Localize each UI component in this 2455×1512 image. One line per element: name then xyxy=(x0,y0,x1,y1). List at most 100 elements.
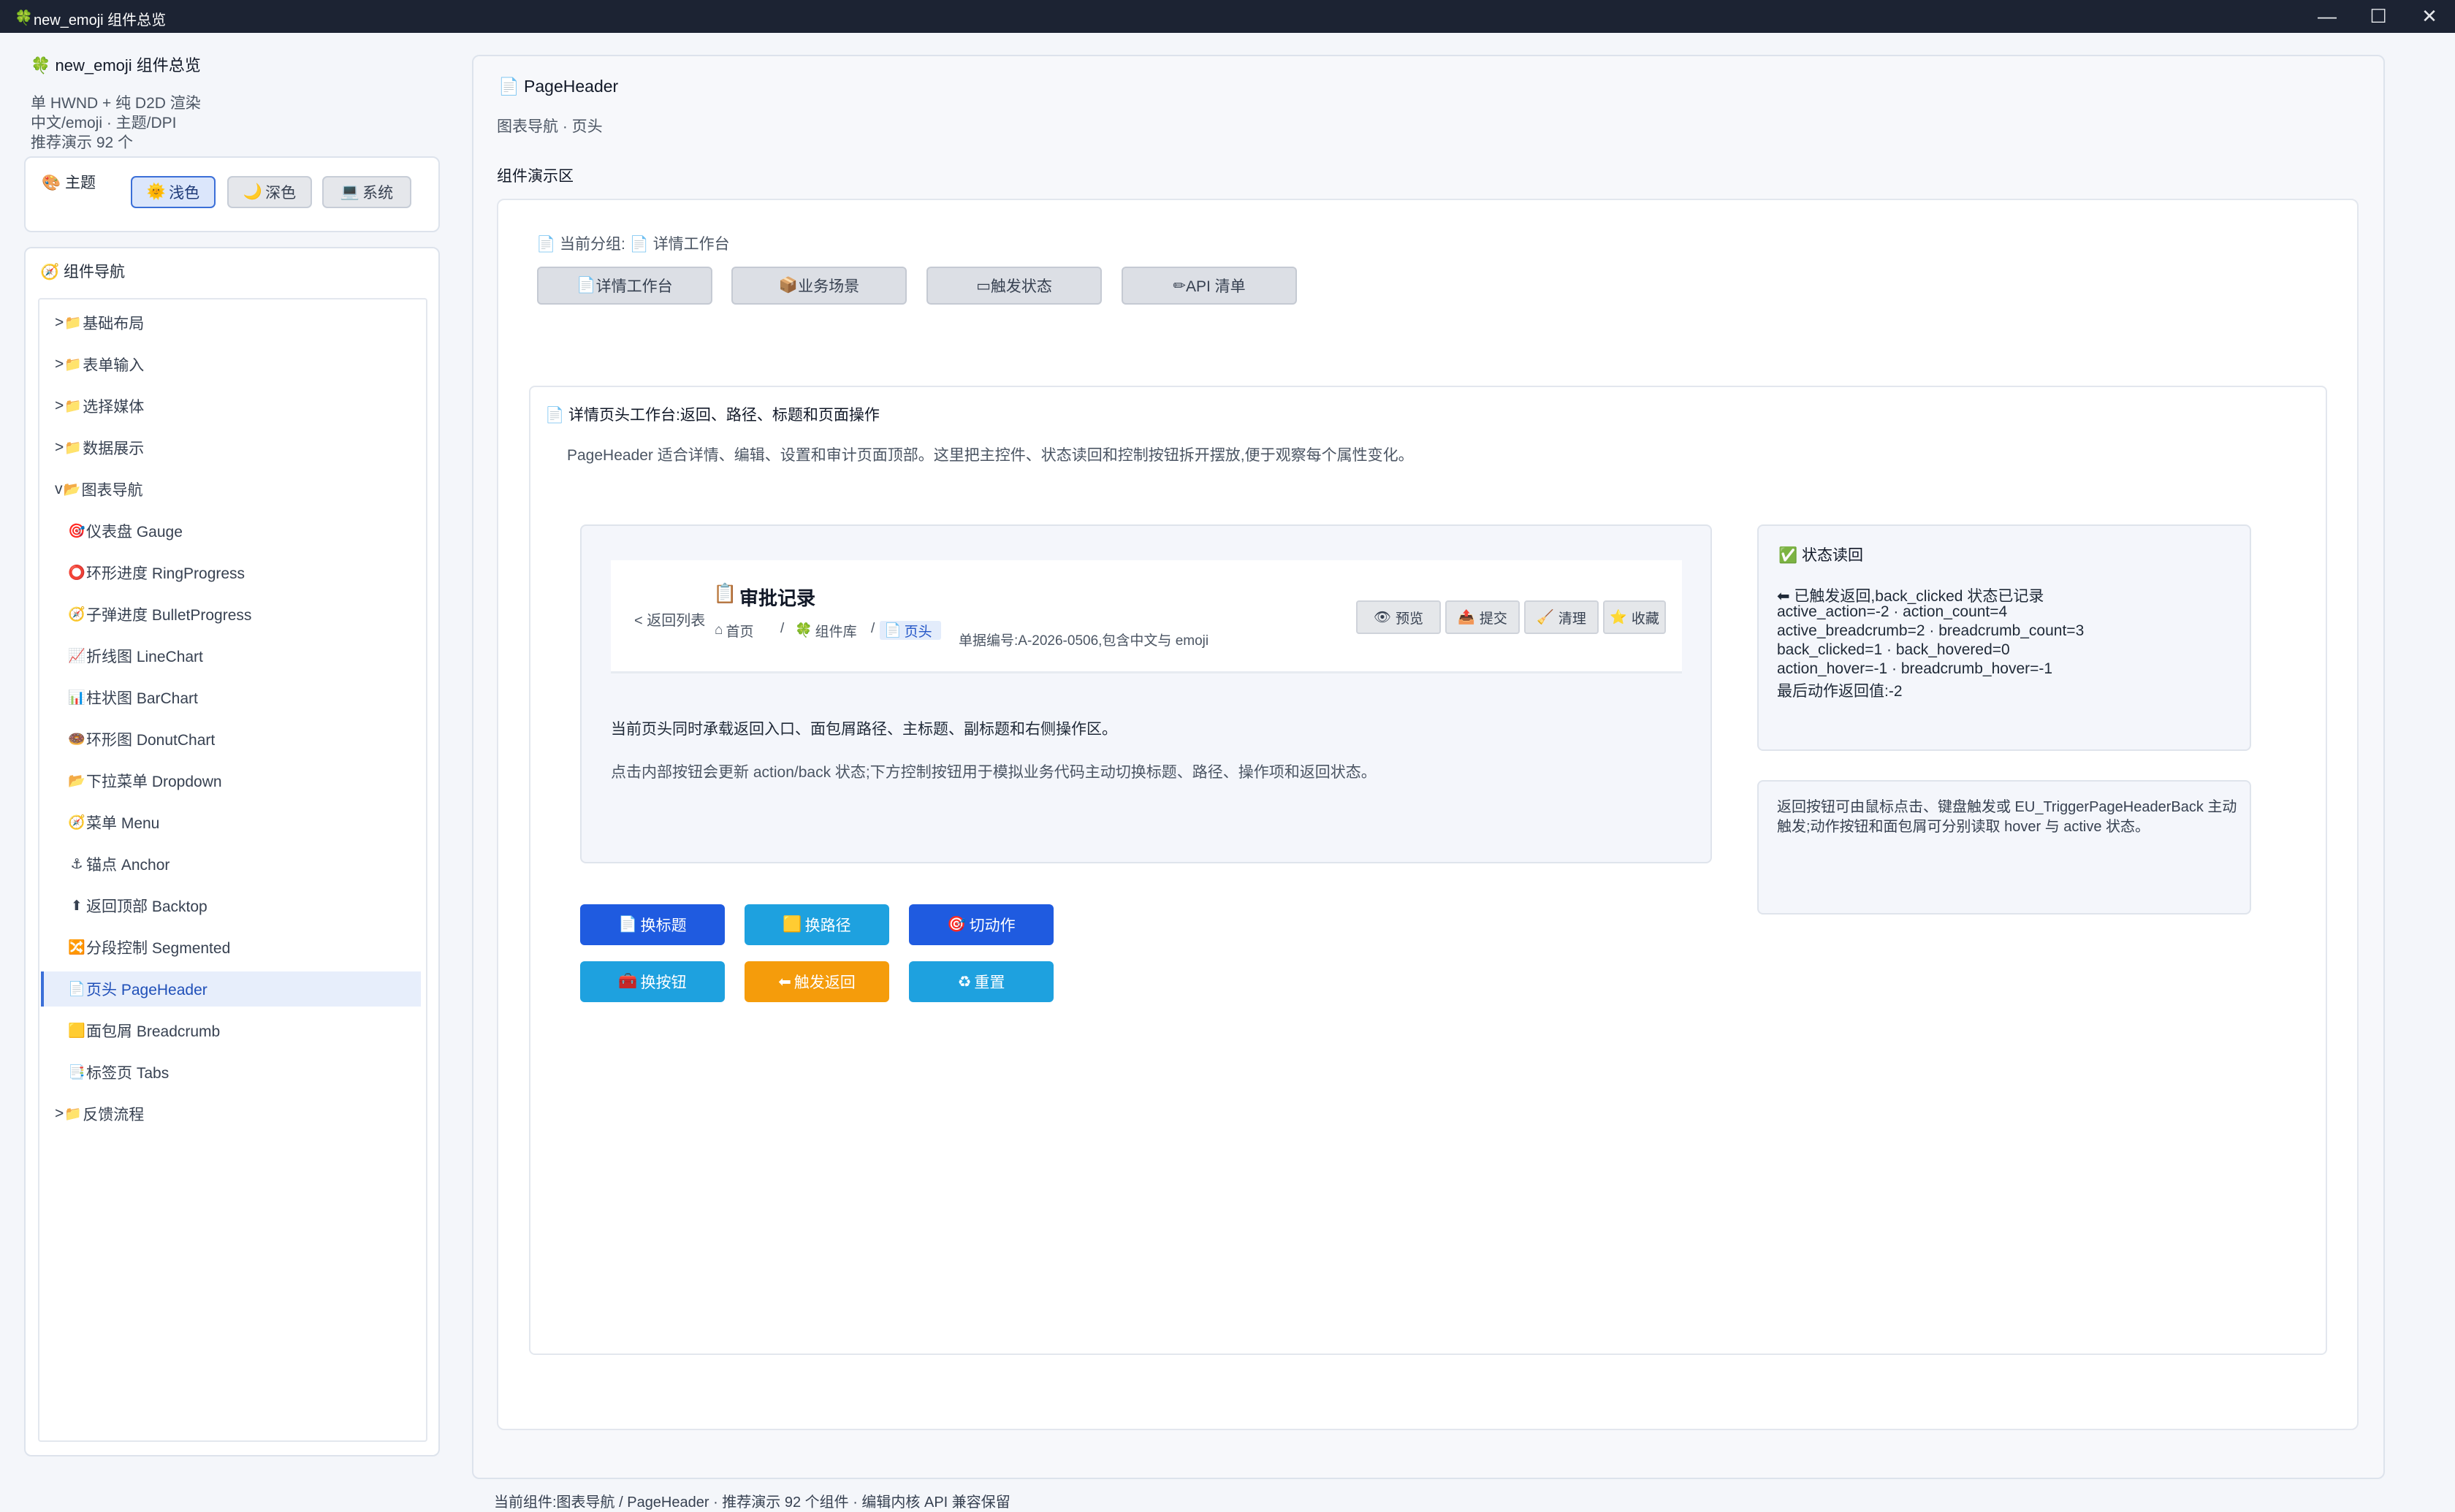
status-line: active_breadcrumb=2 · breadcrumb_count=3 xyxy=(1777,622,2085,639)
action-label: 清理 xyxy=(1558,611,1586,627)
page-icon: 📄 xyxy=(618,916,638,933)
nav-item-label: 选择媒体 xyxy=(83,399,145,416)
nav-item-label: 菜单 Menu xyxy=(86,815,160,832)
group-button-detail[interactable]: 📄 详情工作台 xyxy=(537,267,712,305)
nav-category[interactable]: > 📁 选择媒体 xyxy=(41,389,421,424)
sidebar-info-line: 中文/emoji · 主题/DPI xyxy=(31,115,177,131)
nav-item[interactable]: 📑 标签页 Tabs xyxy=(41,1055,421,1090)
nav-item[interactable]: ⭕ 环形进度 RingProgress xyxy=(41,555,421,590)
theme-system-button[interactable]: 💻 系统 xyxy=(322,176,411,208)
breadcrumb-label: 页头 xyxy=(904,624,932,640)
nav-category[interactable]: > 📁 基础布局 xyxy=(41,305,421,340)
nav-item[interactable]: 📄 页头 PageHeader xyxy=(41,971,421,1007)
component-icon: 🎯 xyxy=(68,524,85,539)
nav-tree: > 📁 基础布局 > 📁 表单输入 > 📁 选择媒体 > 📁 数据展示 v 📂 图表导航 🎯 仪表盘 Gauge… xyxy=(38,298,427,1442)
component-icon: 🟨 xyxy=(68,1023,85,1039)
nav-label-text: 组件导航 xyxy=(64,264,125,280)
change-buttons-button[interactable]: 🧰 换按钮 xyxy=(580,961,725,1002)
nav-category[interactable]: > 📁 数据展示 xyxy=(41,430,421,465)
back-arrow-icon: ⬅ xyxy=(778,973,791,990)
component-icon: 📑 xyxy=(68,1065,85,1080)
rectangle-icon: ▭ xyxy=(976,277,991,294)
theme-label-text: 主题 xyxy=(65,175,96,191)
breadcrumb-home[interactable]: ⌂ 首页 xyxy=(715,621,754,640)
title-bar: 🍀 new_emoji 组件总览 — ☐ ✕ xyxy=(0,0,2455,33)
nav-item[interactable]: ⚓ 锚点 Anchor xyxy=(41,847,421,882)
nav-item[interactable]: 🧭 菜单 Menu xyxy=(41,805,421,840)
preview-button[interactable]: 👁 预览 xyxy=(1356,600,1441,634)
sidebar-info-line: 单 HWND + 纯 D2D 渲染 xyxy=(31,95,201,112)
group-button-scenario[interactable]: 📦 业务场景 xyxy=(731,267,907,305)
nav-item[interactable]: 🍩 环形图 DonutChart xyxy=(41,722,421,757)
page-icon: 📄 xyxy=(498,77,519,96)
sidebar-info-line: 推荐演示 92 个 xyxy=(31,134,134,151)
collapsed-indicator: > xyxy=(55,1105,64,1122)
nav-label: 🧭 组件导航 xyxy=(40,260,125,282)
nav-item[interactable]: ⬆ 返回顶部 Backtop xyxy=(41,888,421,923)
nav-item-label: 下拉菜单 Dropdown xyxy=(86,774,222,790)
minimize-button[interactable]: — xyxy=(2303,0,2351,33)
status-line: back_clicked=1 · back_hovered=0 xyxy=(1777,641,2010,658)
nav-category[interactable]: > 📁 反馈流程 xyxy=(41,1096,421,1131)
close-button[interactable]: ✕ xyxy=(2405,0,2454,33)
nav-item[interactable]: 🔀 分段控制 Segmented xyxy=(41,930,421,965)
nav-item-label: 图表导航 xyxy=(81,482,143,499)
breadcrumb-library[interactable]: 🍀 组件库 xyxy=(795,621,857,640)
folder-icon: 📁 xyxy=(64,357,83,373)
theme-light-button[interactable]: 🌞 浅色 xyxy=(131,176,216,208)
collapsed-indicator: > xyxy=(55,397,64,414)
nav-item-label: 折线图 LineChart xyxy=(86,649,203,665)
nav-item-label: 数据展示 xyxy=(83,440,145,457)
widget-title: 审批记录 xyxy=(739,587,816,609)
nav-item-label: 面包屑 Breadcrumb xyxy=(86,1023,221,1040)
nav-item[interactable]: 🧭 子弹进度 BulletProgress xyxy=(41,597,421,632)
current-group: 📄 当前分组: 📄 详情工作台 xyxy=(536,232,730,254)
maximize-button[interactable]: ☐ xyxy=(2354,0,2402,33)
theme-dark-button[interactable]: 🌙 深色 xyxy=(227,176,312,208)
breadcrumb-separator: / xyxy=(871,621,875,636)
submit-button[interactable]: 📤 提交 xyxy=(1445,600,1520,634)
page-icon: 📄 xyxy=(536,236,556,253)
nav-item[interactable]: 🟨 面包屑 Breadcrumb xyxy=(41,1013,421,1048)
nav-item[interactable]: 🎯 仪表盘 Gauge xyxy=(41,513,421,549)
widget-subtitle: 单据编号:A-2026-0506,包含中文与 emoji xyxy=(959,633,1209,649)
clear-button[interactable]: 🧹 清理 xyxy=(1524,600,1599,634)
trigger-back-button[interactable]: ⬅ 触发返回 xyxy=(745,961,889,1002)
workbench-description: PageHeader 适合详情、编辑、设置和审计页面顶部。这里把主控件、状态读回… xyxy=(567,447,1414,464)
breadcrumb-current[interactable]: 📄 页头 xyxy=(880,621,941,640)
nav-item-label: 页头 PageHeader xyxy=(86,982,208,999)
page-title-text: PageHeader xyxy=(524,77,619,96)
change-title-button[interactable]: 📄 换标题 xyxy=(580,904,725,945)
status-title: ✅ 状态读回 xyxy=(1778,543,1863,565)
status-line: active_action=-2 · action_count=4 xyxy=(1777,603,2008,620)
nav-item-label: 分段控制 Segmented xyxy=(86,940,231,957)
breadcrumb-label: 组件库 xyxy=(815,624,857,640)
favorite-button[interactable]: ⭐ 收藏 xyxy=(1603,600,1666,634)
nav-item-label: 柱状图 BarChart xyxy=(86,690,198,707)
collapsed-indicator: > xyxy=(55,439,64,456)
back-link[interactable]: < 返回列表 xyxy=(634,608,705,630)
nav-item-label: 环形图 DonutChart xyxy=(86,732,216,749)
group-button-trigger[interactable]: ▭ 触发状态 xyxy=(926,267,1102,305)
nav-category[interactable]: v 📂 图表导航 xyxy=(41,472,421,507)
nav-item-label: 基础布局 xyxy=(83,316,145,332)
group-button-api[interactable]: ✏ API 清单 xyxy=(1122,267,1297,305)
change-path-button[interactable]: 🟨 换路径 xyxy=(745,904,889,945)
nav-item-label: 标签页 Tabs xyxy=(86,1065,170,1082)
switch-action-button[interactable]: 🎯 切动作 xyxy=(909,904,1054,945)
control-label: 换路径 xyxy=(804,917,851,934)
nav-item[interactable]: 📊 柱状图 BarChart xyxy=(41,680,421,715)
nav-item[interactable]: 📈 折线图 LineChart xyxy=(41,638,421,673)
toolbox-icon: 🧰 xyxy=(618,973,638,990)
workbench-title: 📄 详情页头工作台:返回、路径、标题和页面操作 xyxy=(545,403,880,425)
nav-item[interactable]: 📂 下拉菜单 Dropdown xyxy=(41,763,421,798)
group-button-label: 详情工作台 xyxy=(595,278,673,295)
recycle-icon: ♻ xyxy=(957,973,972,990)
nav-category[interactable]: > 📁 表单输入 xyxy=(41,347,421,382)
note-text: 返回按钮可由鼠标点击、键盘触发或 EU_TriggerPageHeaderBac… xyxy=(1777,799,2237,835)
reset-button[interactable]: ♻ 重置 xyxy=(909,961,1054,1002)
action-label: 提交 xyxy=(1479,611,1507,627)
status-title-text: 状态读回 xyxy=(1802,547,1863,564)
folder-icon: 📁 xyxy=(64,399,83,414)
control-label: 换按钮 xyxy=(640,974,687,991)
